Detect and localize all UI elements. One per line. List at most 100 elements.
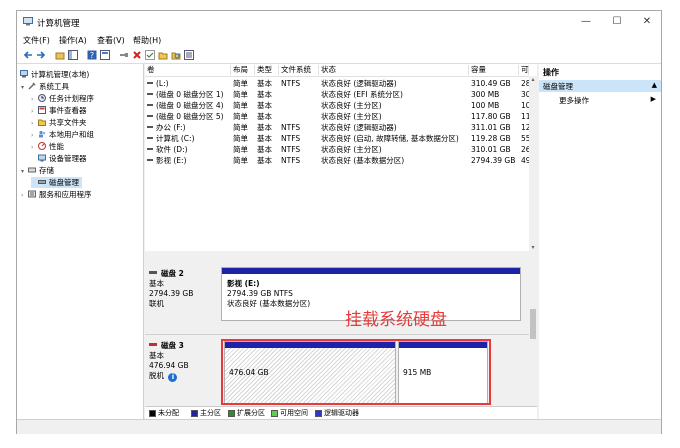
tree-item-performance[interactable]: › 性能 xyxy=(31,141,64,152)
tree-item-system-tools[interactable]: ▾ 系统工具 xyxy=(21,81,69,92)
tree-item-label: 任务计划程序 xyxy=(49,94,94,103)
volume-cell-cap: 117.80 GB xyxy=(471,112,511,121)
disk-kind: 基本 xyxy=(149,279,164,288)
disk-view-scrollbar[interactable] xyxy=(529,251,537,406)
collapsed-chevron-icon[interactable]: › xyxy=(31,118,38,129)
column-header-filesystem[interactable]: 文件系统 xyxy=(279,65,319,75)
volume-cell-status: 状态良好 (启动, 故障转储, 基本数据分区) xyxy=(321,134,459,143)
show-hide-tree-icon[interactable] xyxy=(68,50,78,60)
shared-folder-icon xyxy=(38,119,46,126)
volume-row[interactable]: 影视 (E:)简单基本NTFS状态良好 (基本数据分区)2794.39 GB49… xyxy=(145,155,537,166)
tree-item-label: 系统工具 xyxy=(39,82,69,91)
forward-arrow-icon[interactable] xyxy=(36,50,46,60)
volume-cell-cap: 100 MB xyxy=(471,101,500,110)
actions-pane: 操作 磁盘管理 ▲ 更多操作 ▶ xyxy=(539,64,661,419)
partition-size-fs: 2794.39 GB NTFS xyxy=(227,289,293,298)
tools-icon xyxy=(28,82,36,90)
disk-3-info[interactable]: 磁盘 3 基本 476.94 GB 脱机 i xyxy=(149,341,217,382)
volume-name: 软件 (D:) xyxy=(156,145,188,154)
volume-row[interactable]: (磁盘 0 磁盘分区 5)简单基本状态良好 (主分区)117.80 GB117 xyxy=(145,111,537,122)
volume-row[interactable]: (磁盘 0 磁盘分区 1)简单基本状态良好 (EFI 系统分区)300 MB30… xyxy=(145,89,537,100)
disk-management-icon xyxy=(38,180,46,184)
menu-view[interactable]: 查看(V) xyxy=(97,35,125,46)
connect-icon[interactable] xyxy=(119,50,129,60)
tree-item-label: 性能 xyxy=(49,142,64,151)
volume-cell-layout: 简单 xyxy=(233,145,248,154)
collapsed-chevron-icon[interactable]: › xyxy=(31,130,38,141)
volume-row[interactable]: (L:)简单基本NTFS状态良好 (逻辑驱动器)310.49 GB283 xyxy=(145,78,537,89)
title-bar: 计算机管理 — ☐ ✕ xyxy=(17,11,661,33)
back-arrow-icon[interactable] xyxy=(23,50,33,60)
volume-cell-type: 基本 xyxy=(257,134,272,143)
collapsed-chevron-icon[interactable]: › xyxy=(31,106,38,117)
legend-swatch-extended xyxy=(228,410,235,417)
menu-file[interactable]: 文件(F) xyxy=(23,35,50,46)
volume-row[interactable]: 软件 (D:)简单基本NTFS状态良好 (主分区)310.01 GB261 xyxy=(145,144,537,155)
column-header-volume[interactable]: 卷 xyxy=(145,65,231,75)
disk-2-info[interactable]: 磁盘 2 基本 2794.39 GB 联机 xyxy=(149,269,217,309)
partition-476gb[interactable]: 476.04 GB xyxy=(224,341,396,405)
annotation-text: 挂载系统硬盘 xyxy=(345,310,447,330)
menu-action[interactable]: 操作(A) xyxy=(59,35,87,46)
view-list-icon[interactable] xyxy=(184,50,194,60)
volume-row[interactable]: 办公 (F:)简单基本NTFS状态良好 (逻辑驱动器)311.01 GB127 xyxy=(145,122,537,133)
tree-item-disk-management[interactable]: 磁盘管理 xyxy=(31,177,82,188)
tree-item-event-viewer[interactable]: › 事件查看器 xyxy=(31,105,87,116)
volume-cell-fs: NTFS xyxy=(281,123,301,132)
close-button[interactable]: ✕ xyxy=(636,14,658,30)
tree-item-shared-folders[interactable]: › 共享文件夹 xyxy=(31,117,87,128)
collapsed-chevron-icon[interactable]: › xyxy=(31,142,38,153)
column-header-type[interactable]: 类型 xyxy=(255,65,279,75)
services-icon xyxy=(28,190,36,198)
info-icon[interactable]: i xyxy=(168,373,178,382)
volume-cell-cap: 311.01 GB xyxy=(471,123,511,132)
actions-section-disk-management[interactable]: 磁盘管理 ▲ xyxy=(539,80,661,92)
legend-swatch-free xyxy=(271,410,278,417)
expanded-chevron-icon[interactable]: ▾ xyxy=(21,82,28,93)
delete-icon[interactable] xyxy=(132,50,142,60)
toolbar: ? xyxy=(17,47,661,64)
volume-cell-cap: 300 MB xyxy=(471,90,500,99)
volume-name: (磁盘 0 磁盘分区 1) xyxy=(156,90,224,99)
tree-item-local-users[interactable]: › 本地用户和组 xyxy=(31,129,94,140)
menu-help[interactable]: 帮助(H) xyxy=(133,35,161,46)
help-icon[interactable]: ? xyxy=(87,50,97,60)
actions-more[interactable]: 更多操作 ▶ xyxy=(539,94,661,106)
actions-section-label: 磁盘管理 xyxy=(543,82,573,91)
open-folder-icon[interactable] xyxy=(158,50,168,60)
properties-icon[interactable] xyxy=(100,50,110,60)
volume-cell-vol: (磁盘 0 磁盘分区 5) xyxy=(145,111,233,122)
actions-header: 操作 xyxy=(543,68,559,77)
volume-row[interactable]: (磁盘 0 磁盘分区 4)简单基本状态良好 (主分区)100 MB100 xyxy=(145,100,537,111)
volume-cell-type: 基本 xyxy=(257,90,272,99)
column-header-status[interactable]: 状态 xyxy=(319,65,469,75)
volume-list-scrollbar[interactable]: ▴ ▾ xyxy=(529,76,537,251)
tree-item-storage[interactable]: ▾ 存储 xyxy=(21,165,54,176)
minimize-button[interactable]: — xyxy=(575,14,597,30)
collapsed-chevron-icon[interactable]: › xyxy=(21,190,28,201)
up-folder-icon[interactable] xyxy=(55,50,65,60)
users-icon xyxy=(39,130,46,138)
volume-row[interactable]: 计算机 (C:) 简单 基本 NTFS 状态良好 (启动, 故障转储, 基本数据分区) 1… xyxy=(145,133,537,144)
collapse-arrow-icon[interactable]: ▲ xyxy=(652,81,657,89)
partition-size: 476.04 GB xyxy=(229,368,269,377)
expanded-chevron-icon[interactable]: ▾ xyxy=(21,166,28,177)
column-header-layout[interactable]: 布局 xyxy=(231,65,255,75)
search-folder-icon[interactable] xyxy=(171,50,181,60)
volume-cell-type: 基本 xyxy=(257,123,272,132)
volume-cell-vol: 软件 (D:) xyxy=(145,144,233,155)
tree-item-label: 事件查看器 xyxy=(49,106,87,115)
collapsed-chevron-icon[interactable]: › xyxy=(31,94,38,105)
volume-cell-type: 基本 xyxy=(257,156,272,165)
partition-915mb[interactable]: 915 MB xyxy=(398,341,488,405)
checkbox-icon[interactable] xyxy=(145,50,155,60)
tree-item-task-scheduler[interactable]: › 任务计划程序 xyxy=(31,93,94,104)
column-header-capacity[interactable]: 容量 xyxy=(469,65,519,75)
maximize-button[interactable]: ☐ xyxy=(606,14,628,30)
volume-cell-vol: 办公 (F:) xyxy=(145,122,233,133)
partition-title: 影视 (E:) xyxy=(227,279,260,288)
tree-item-device-manager[interactable]: 设备管理器 xyxy=(38,153,87,164)
column-header-free[interactable]: 可 xyxy=(519,65,529,75)
tree-item-services-apps[interactable]: › 服务和应用程序 xyxy=(21,189,92,200)
tree-root[interactable]: 计算机管理(本地) xyxy=(20,69,89,80)
